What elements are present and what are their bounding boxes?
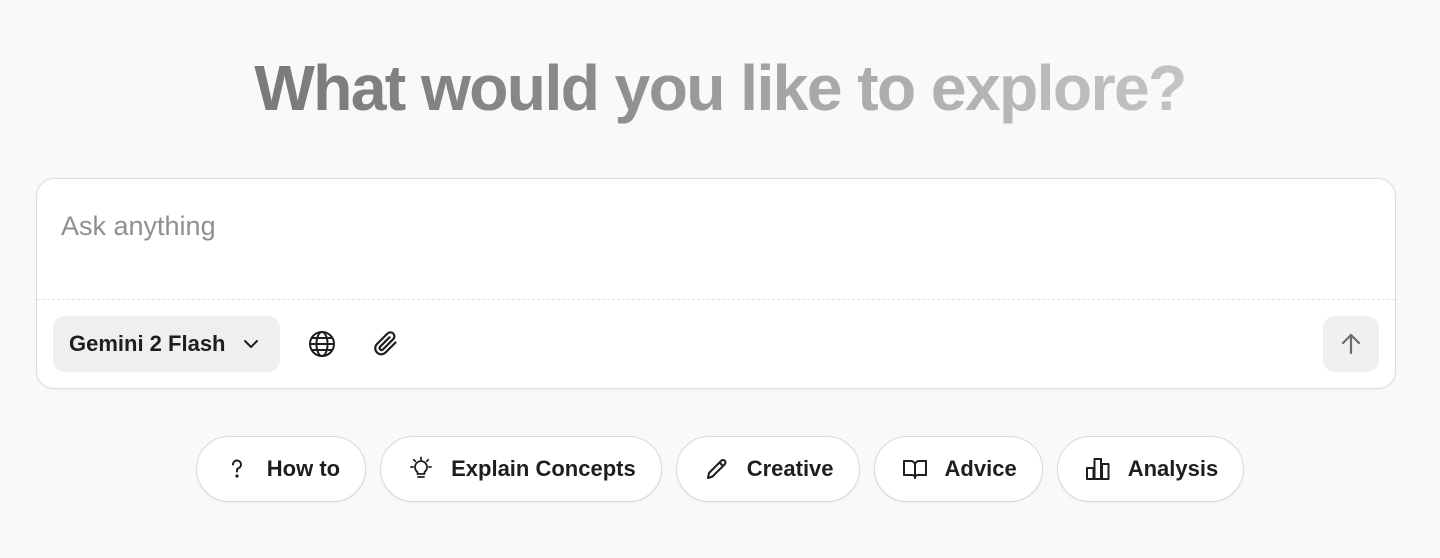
suggestion-explain-concepts[interactable]: Explain Concepts: [380, 436, 662, 502]
question-icon: [223, 455, 251, 483]
send-button[interactable]: [1323, 316, 1379, 372]
chevron-down-icon: [240, 333, 262, 355]
composer-divider: [37, 299, 1395, 300]
suggestion-advice[interactable]: Advice: [873, 436, 1043, 502]
attach-file-button[interactable]: [364, 322, 408, 366]
model-selector-label: Gemini 2 Flash: [69, 331, 226, 356]
suggestion-label: Analysis: [1127, 456, 1219, 481]
paperclip-icon: [371, 329, 401, 359]
suggestion-label: Explain Concepts: [451, 456, 636, 481]
composer-toolbar: Gemini 2 Flash: [53, 316, 1379, 372]
page-title: What would you like to explore?: [0, 52, 1440, 124]
composer: Gemini 2 Flash: [36, 178, 1396, 389]
prompt-input[interactable]: [37, 179, 1395, 300]
suggestion-how-to[interactable]: How to: [195, 436, 367, 502]
lightbulb-icon: [407, 455, 435, 483]
suggestion-label: Advice: [944, 456, 1017, 481]
web-search-button[interactable]: [300, 322, 344, 366]
book-icon: [901, 455, 929, 483]
suggestion-label: Creative: [746, 456, 834, 481]
arrow-up-icon: [1338, 331, 1364, 357]
globe-icon: [307, 329, 337, 359]
pencil-icon: [703, 455, 731, 483]
page: What would you like to explore? Gemini 2…: [0, 0, 1440, 558]
suggestion-analysis[interactable]: Analysis: [1056, 436, 1245, 502]
bar-chart-icon: [1084, 455, 1112, 483]
model-selector[interactable]: Gemini 2 Flash: [53, 316, 280, 372]
suggestion-creative[interactable]: Creative: [675, 436, 860, 502]
suggestion-chips: How to Explain Concepts Creative Advice …: [0, 436, 1440, 502]
suggestion-label: How to: [266, 456, 341, 481]
page-title-text: What would you like to explore?: [254, 52, 1187, 124]
